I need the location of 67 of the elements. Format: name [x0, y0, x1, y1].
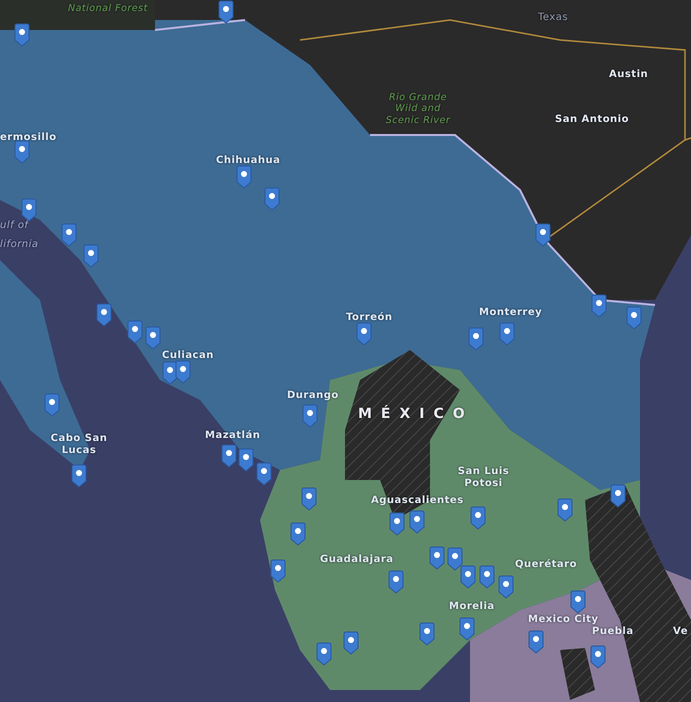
- map-pin-icon[interactable]: [570, 590, 586, 614]
- map-pin-icon[interactable]: [236, 165, 252, 189]
- map-pin-icon[interactable]: [316, 642, 332, 666]
- city-label: Morelia: [449, 601, 495, 613]
- city-label: ermosillo: [0, 132, 57, 144]
- map-pin-icon[interactable]: [460, 565, 476, 589]
- map-pin-icon[interactable]: [468, 327, 484, 351]
- map-pin-icon[interactable]: [96, 303, 112, 327]
- map-pin-icon[interactable]: [238, 448, 254, 472]
- map-pin-icon[interactable]: [145, 326, 161, 350]
- map-pin-icon[interactable]: [459, 617, 475, 641]
- map-pin-icon[interactable]: [61, 223, 77, 247]
- city-label: Monterrey: [479, 307, 542, 319]
- map-pin-icon[interactable]: [127, 320, 143, 344]
- city-label: Durango: [287, 390, 339, 402]
- map-pin-icon[interactable]: [71, 464, 87, 488]
- map-pin-icon[interactable]: [528, 630, 544, 654]
- city-label: Guadalajara: [320, 554, 394, 566]
- city-label: Cabo San Lucas: [50, 433, 108, 457]
- water-label: ulf of: [0, 220, 28, 232]
- park-label: National Forest: [68, 3, 148, 14]
- map-pin-icon[interactable]: [44, 393, 60, 417]
- map-pin-icon[interactable]: [21, 198, 37, 222]
- map-pin-icon[interactable]: [409, 510, 425, 534]
- map-pin-icon[interactable]: [302, 404, 318, 428]
- map-pin-icon[interactable]: [264, 187, 280, 211]
- map-pin-icon[interactable]: [83, 244, 99, 268]
- region-label: Texas: [538, 12, 568, 24]
- park-label: Rio Grande Wild and Scenic River: [384, 92, 452, 126]
- city-label: Austin: [609, 69, 648, 81]
- map-pin-icon[interactable]: [270, 559, 286, 583]
- map-pin-icon[interactable]: [221, 444, 237, 468]
- map-pin-icon[interactable]: [499, 322, 515, 346]
- map-pin-icon[interactable]: [419, 622, 435, 646]
- city-label: Culiacan: [162, 350, 214, 362]
- city-label: San Antonio: [555, 114, 629, 126]
- city-label: Mazatlán: [205, 430, 260, 442]
- map-pin-icon[interactable]: [356, 322, 372, 346]
- map-pin-icon[interactable]: [626, 306, 642, 330]
- map-pin-icon[interactable]: [14, 23, 30, 47]
- map-pin-icon[interactable]: [389, 512, 405, 536]
- map-pin-icon[interactable]: [479, 565, 495, 589]
- city-label: Torreón: [346, 312, 392, 324]
- city-label: Ve: [673, 626, 688, 638]
- water-label: lifornia: [0, 239, 39, 251]
- map-pin-icon[interactable]: [14, 140, 30, 164]
- map-pin-icon[interactable]: [591, 294, 607, 318]
- map-pin-icon[interactable]: [470, 506, 486, 530]
- map-pin-icon[interactable]: [498, 575, 514, 599]
- map-pin-icon[interactable]: [175, 360, 191, 384]
- map-pin-icon[interactable]: [447, 547, 463, 571]
- map-pin-icon[interactable]: [290, 522, 306, 546]
- country-label: MÉXICO: [358, 406, 474, 423]
- city-label: Mexico City: [528, 614, 598, 626]
- map-pin-icon[interactable]: [218, 0, 234, 24]
- city-label: Querétaro: [515, 559, 577, 571]
- map-pin-icon[interactable]: [388, 570, 404, 594]
- map-pin-icon[interactable]: [535, 223, 551, 247]
- city-label: Chihuahua: [216, 155, 280, 167]
- map-pin-icon[interactable]: [301, 487, 317, 511]
- map-pin-icon[interactable]: [557, 498, 573, 522]
- map-pin-icon[interactable]: [610, 484, 626, 508]
- map-pin-icon[interactable]: [343, 631, 359, 655]
- city-label: San Luis Potosi: [456, 466, 510, 490]
- map-pin-icon[interactable]: [256, 462, 272, 486]
- map-pin-icon[interactable]: [429, 546, 445, 570]
- map-pin-icon[interactable]: [590, 645, 606, 669]
